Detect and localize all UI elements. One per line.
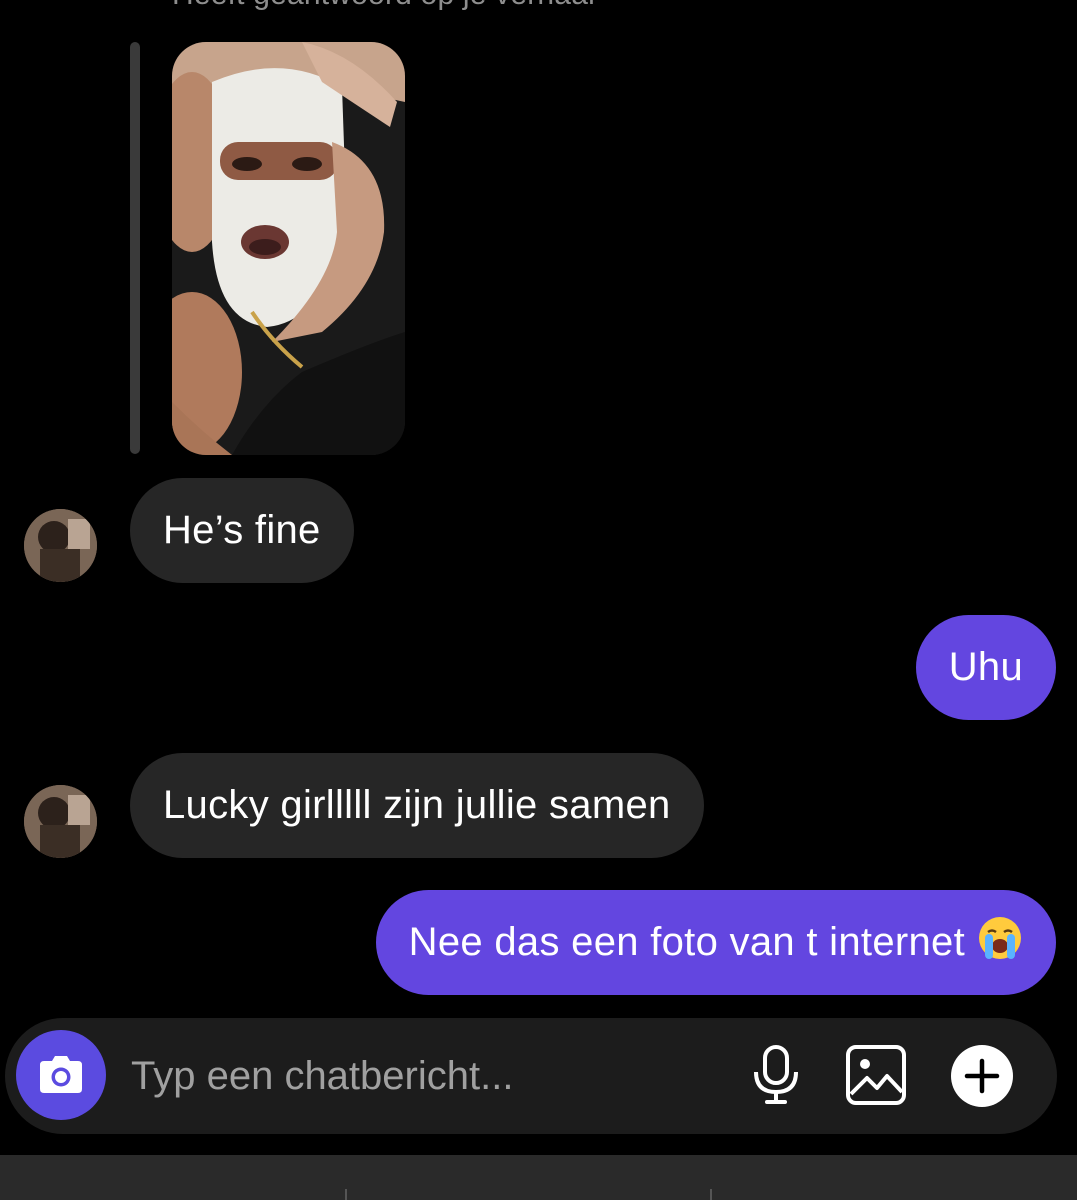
camera-button[interactable]	[16, 1030, 106, 1120]
gallery-button[interactable]	[845, 1044, 907, 1106]
chat-message-input[interactable]	[131, 1048, 711, 1104]
message-text: Nee das een foto van t internet	[408, 920, 965, 964]
story-reply-photo[interactable]	[172, 42, 405, 455]
loudly-crying-face-icon	[979, 917, 1021, 959]
message-bubble-incoming[interactable]: He’s fine	[130, 478, 354, 583]
sender-avatar[interactable]	[24, 509, 97, 582]
bottom-navigation-bar	[0, 1155, 1077, 1200]
image-gallery-icon	[846, 1045, 906, 1105]
message-bubble-outgoing[interactable]: Nee das een foto van t internet	[375, 890, 1056, 995]
microphone-icon	[754, 1045, 798, 1104]
camera-icon	[40, 1056, 82, 1093]
tab-divider	[710, 1189, 712, 1200]
story-reply-label: Heeft geantwoord op je verhaal	[172, 0, 595, 12]
microphone-button[interactable]	[750, 1044, 802, 1106]
sender-avatar[interactable]	[24, 785, 97, 858]
reply-quote-bar	[130, 42, 140, 454]
tab-divider	[345, 1189, 347, 1200]
message-bubble-outgoing[interactable]: Uhu	[915, 615, 1056, 720]
message-bubble-incoming[interactable]: Lucky girlllll zijn jullie samen	[130, 753, 704, 858]
plus-circle-icon	[951, 1045, 1013, 1107]
more-options-button[interactable]	[949, 1043, 1015, 1109]
message-composer	[5, 1018, 1057, 1134]
